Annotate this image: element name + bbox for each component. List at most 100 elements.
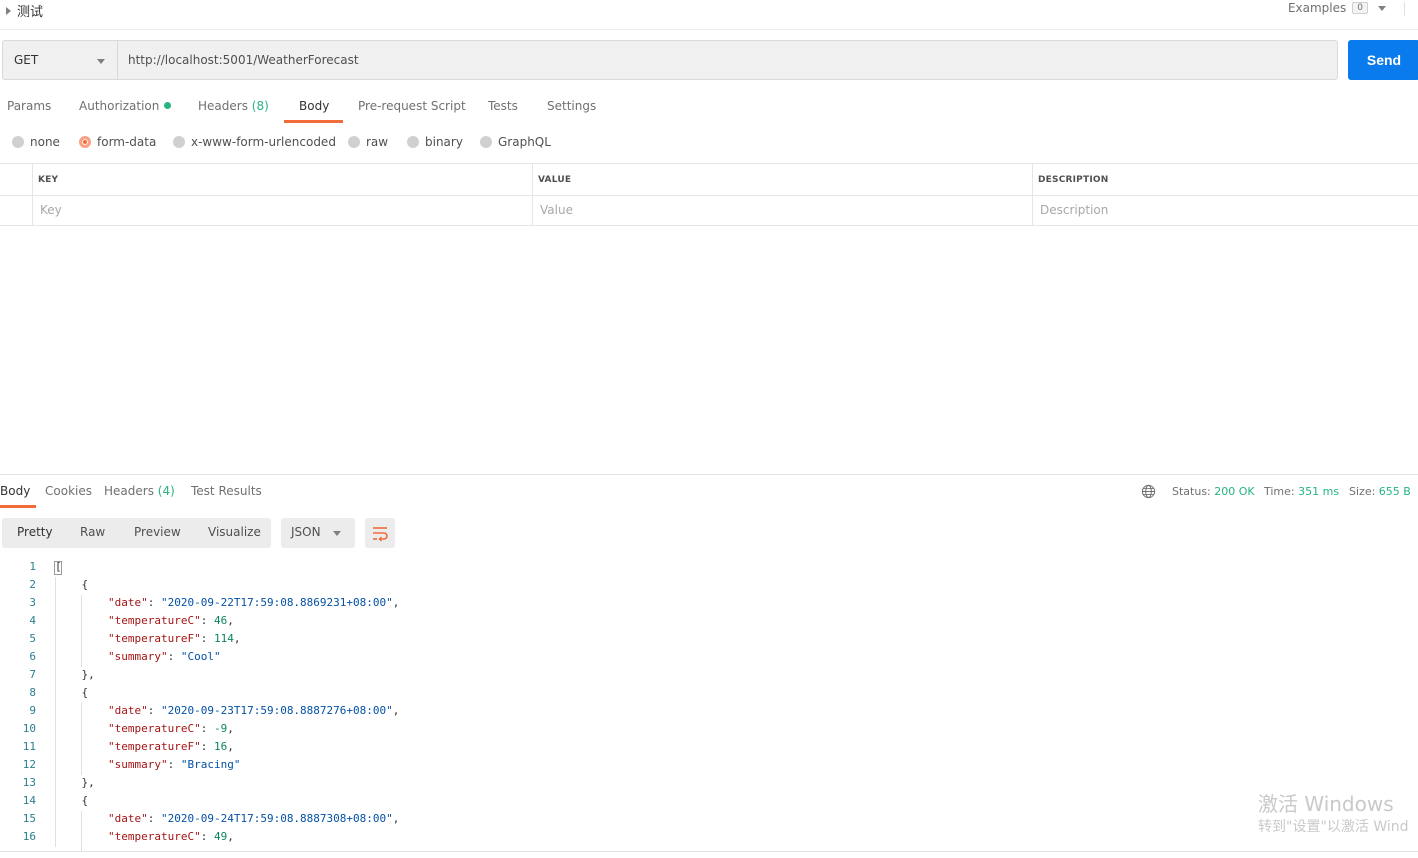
response-divider[interactable] [0, 474, 1418, 475]
radio-none[interactable]: none [12, 135, 60, 149]
radio-raw[interactable]: raw [348, 135, 388, 149]
column-header-description: DESCRIPTION [1038, 175, 1109, 185]
tab-params-label: Params [7, 99, 52, 113]
status-label: Status: [1172, 485, 1211, 498]
size-label: Size: [1349, 485, 1376, 498]
wrap-lines-button[interactable] [365, 518, 395, 548]
response-tab-cookies[interactable]: Cookies [45, 484, 92, 498]
visualize-button[interactable]: Visualize [208, 525, 261, 539]
size-readout: Size: 655 B [1349, 485, 1411, 498]
json-value: 46 [213, 614, 228, 627]
divider [1404, 2, 1405, 16]
line-number: 4 [29, 614, 36, 627]
column-divider [32, 164, 33, 226]
radio-circle-icon [480, 136, 492, 148]
activation-watermark-subtitle: 转到"设置"以激活 Wind [1258, 819, 1409, 835]
activation-watermark-title: 激活 Windows [1258, 792, 1394, 816]
line-number: 2 [29, 578, 36, 591]
language-value: JSON [291, 525, 321, 539]
time-label: Time: [1264, 485, 1295, 498]
tab-body[interactable]: Body [299, 96, 329, 122]
chevron-down-icon [333, 531, 341, 536]
code-line: { [55, 686, 89, 699]
code-line: { [55, 794, 89, 807]
response-tab-test-results[interactable]: Test Results [191, 484, 262, 498]
response-headers-count: (4) [157, 484, 175, 498]
line-number: 8 [29, 686, 36, 699]
language-select[interactable]: JSON [281, 518, 355, 548]
json-value: "Bracing" [180, 758, 241, 771]
time-value: 351 ms [1298, 485, 1340, 498]
chevron-down-icon [97, 59, 105, 64]
radio-circle-icon [407, 136, 419, 148]
expand-caret-icon[interactable] [6, 6, 11, 15]
request-title-crumb[interactable]: 测试 [6, 1, 43, 20]
raw-button[interactable]: Raw [80, 525, 105, 539]
radio-binary[interactable]: binary [407, 135, 463, 149]
code-line: "date": "2020-09-22T17:59:08.8869231+08:… [107, 596, 400, 609]
tab-body-label: Body [299, 99, 330, 113]
active-tab-underline [284, 120, 343, 123]
radio-form-data[interactable]: form-data [79, 135, 156, 149]
radio-urlencoded[interactable]: x-www-form-urlencoded [173, 135, 336, 149]
preview-button[interactable]: Preview [134, 525, 181, 539]
json-key: "temperatureC" [107, 722, 201, 735]
tab-headers-count: (8) [251, 99, 269, 113]
radio-selected-icon [79, 136, 91, 148]
tab-settings-label: Settings [547, 99, 597, 113]
tab-authorization-label: Authorization [79, 99, 160, 113]
radio-raw-label: raw [366, 135, 389, 149]
format-button-group: Pretty Raw Preview Visualize [2, 518, 271, 548]
line-number: 13 [22, 776, 36, 789]
json-key: "temperatureC" [107, 614, 201, 627]
examples-dropdown[interactable]: Examples 0 [1288, 1, 1386, 15]
code-line: "summary": "Cool" [107, 650, 221, 663]
table-row-divider [0, 195, 1418, 196]
radio-none-label: none [30, 135, 60, 149]
response-tab-headers-label: Headers [104, 484, 154, 498]
response-tab-body[interactable]: Body [0, 484, 30, 498]
tab-headers[interactable]: Headers (8) [198, 96, 269, 122]
wrap-lines-icon [373, 527, 388, 542]
examples-label: Examples [1287, 1, 1347, 15]
code-line: [ [55, 560, 62, 573]
description-input[interactable]: Description [1040, 203, 1108, 217]
tab-tests[interactable]: Tests [488, 96, 518, 122]
request-title: 测试 [17, 5, 44, 20]
json-value: "2020-09-24T17:59:08.8887308+08:00" [160, 812, 393, 825]
status-readout: Status: 200 OK [1172, 485, 1255, 498]
method-select[interactable]: GET [2, 40, 118, 80]
column-header-value: VALUE [538, 175, 572, 185]
json-key: "summary" [107, 758, 168, 771]
active-tab-underline [0, 505, 36, 508]
column-header-key: KEY [38, 175, 59, 185]
response-tab-headers[interactable]: Headers (4) [104, 484, 175, 498]
tab-settings[interactable]: Settings [547, 96, 596, 122]
json-key: "date" [107, 596, 148, 609]
response-code-view[interactable]: 1 [2 {3 "date": "2020-09-22T17:59:08.8869… [0, 558, 1418, 850]
line-number: 7 [29, 668, 36, 681]
line-number: 3 [29, 596, 36, 609]
tab-prerequest-label: Pre-request Script [358, 99, 466, 113]
url-input[interactable]: http://localhost:5001/WeatherForecast [117, 40, 1338, 80]
value-input[interactable]: Value [540, 203, 573, 217]
request-header-bar: 测试 Examples 0 [0, 0, 1418, 30]
json-key: "date" [107, 704, 148, 717]
line-number: 5 [29, 632, 36, 645]
time-readout: Time: 351 ms [1264, 485, 1339, 498]
send-button[interactable]: Send [1348, 40, 1418, 80]
code-line: "temperatureF": 114, [107, 632, 241, 645]
radio-circle-icon [12, 136, 24, 148]
json-key: "temperatureC" [107, 830, 201, 843]
tab-prerequest-script[interactable]: Pre-request Script [358, 96, 466, 122]
tab-authorization[interactable]: Authorization [79, 96, 172, 122]
radio-graphql[interactable]: GraphQL [480, 135, 551, 149]
tab-params[interactable]: Params [7, 96, 51, 122]
radio-circle-icon [348, 136, 360, 148]
pretty-button[interactable]: Pretty [17, 525, 53, 539]
globe-icon[interactable] [1141, 484, 1156, 499]
key-input[interactable]: Key [40, 203, 62, 217]
json-value: "2020-09-23T17:59:08.8887276+08:00" [160, 704, 393, 717]
chevron-down-icon [1378, 5, 1386, 11]
json-key: "summary" [107, 650, 168, 663]
